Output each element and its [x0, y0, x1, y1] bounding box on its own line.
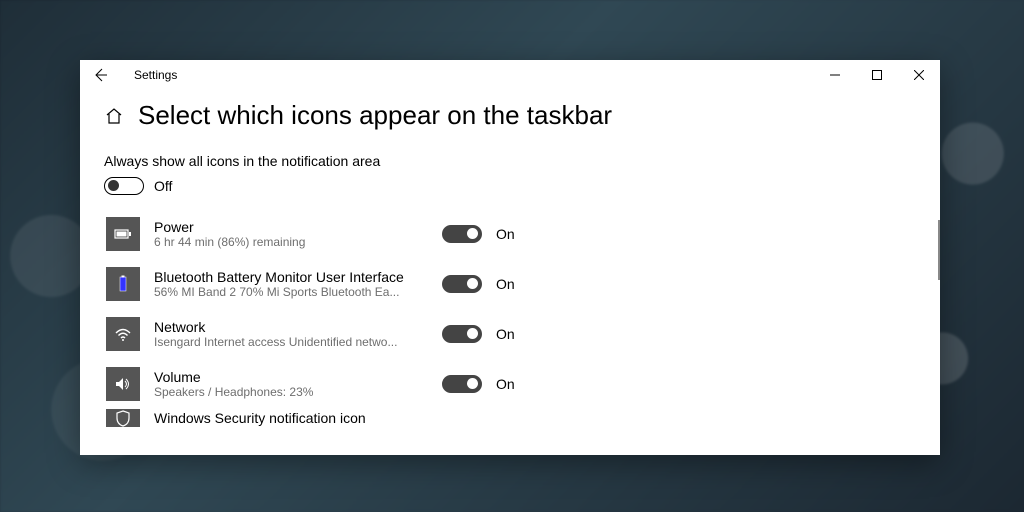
- page-title: Select which icons appear on the taskbar: [138, 100, 612, 131]
- network-icon-tile: [106, 317, 140, 351]
- list-item-network: Network Isengard Internet access Unident…: [106, 309, 916, 359]
- battery-icon: [113, 224, 133, 244]
- scrollbar[interactable]: [938, 220, 940, 280]
- bluetooth-battery-icon: [113, 274, 133, 294]
- item-name: Volume: [154, 369, 424, 385]
- home-button[interactable]: [104, 106, 124, 126]
- bluetooth-battery-toggle[interactable]: [442, 275, 482, 293]
- list-item-windows-security: Windows Security notification icon: [106, 409, 916, 427]
- back-arrow-icon: [92, 67, 108, 83]
- item-subtitle: Speakers / Headphones: 23%: [154, 385, 424, 399]
- volume-icon-tile: [106, 367, 140, 401]
- item-name: Windows Security notification icon: [154, 410, 424, 426]
- master-toggle-row: Off: [104, 177, 916, 195]
- master-toggle[interactable]: [104, 177, 144, 195]
- app-title: Settings: [134, 68, 177, 82]
- network-toggle-state: On: [496, 326, 515, 342]
- power-icon-tile: [106, 217, 140, 251]
- close-icon: [914, 70, 924, 80]
- maximize-icon: [872, 70, 882, 80]
- icon-list: Power 6 hr 44 min (86%) remaining On Blu…: [104, 209, 916, 427]
- settings-window: Settings Select which icons appear on th…: [80, 60, 940, 455]
- master-toggle-state: Off: [154, 178, 172, 194]
- item-name: Network: [154, 319, 424, 335]
- home-icon: [104, 106, 124, 126]
- minimize-icon: [830, 70, 840, 80]
- item-subtitle: 56% MI Band 2 70% Mi Sports Bluetooth Ea…: [154, 285, 424, 299]
- item-name: Power: [154, 219, 424, 235]
- volume-toggle-state: On: [496, 376, 515, 392]
- list-item-power: Power 6 hr 44 min (86%) remaining On: [106, 209, 916, 259]
- shield-icon: [113, 409, 133, 427]
- volume-icon: [113, 374, 133, 394]
- bluetooth-battery-icon-tile: [106, 267, 140, 301]
- close-button[interactable]: [898, 60, 940, 90]
- bluetooth-battery-toggle-state: On: [496, 276, 515, 292]
- item-subtitle: 6 hr 44 min (86%) remaining: [154, 235, 424, 249]
- page-header: Select which icons appear on the taskbar: [104, 100, 916, 131]
- back-button[interactable]: [92, 67, 116, 83]
- wifi-icon: [113, 324, 133, 344]
- power-toggle[interactable]: [442, 225, 482, 243]
- minimize-button[interactable]: [814, 60, 856, 90]
- item-subtitle: Isengard Internet access Unidentified ne…: [154, 335, 424, 349]
- network-toggle[interactable]: [442, 325, 482, 343]
- windows-security-icon-tile: [106, 409, 140, 427]
- power-toggle-state: On: [496, 226, 515, 242]
- list-item-bluetooth-battery: Bluetooth Battery Monitor User Interface…: [106, 259, 916, 309]
- volume-toggle[interactable]: [442, 375, 482, 393]
- item-name: Bluetooth Battery Monitor User Interface: [154, 269, 424, 285]
- titlebar: Settings: [80, 60, 940, 90]
- content-area: Select which icons appear on the taskbar…: [80, 90, 940, 455]
- list-item-volume: Volume Speakers / Headphones: 23% On: [106, 359, 916, 409]
- master-toggle-label: Always show all icons in the notificatio…: [104, 153, 916, 169]
- maximize-button[interactable]: [856, 60, 898, 90]
